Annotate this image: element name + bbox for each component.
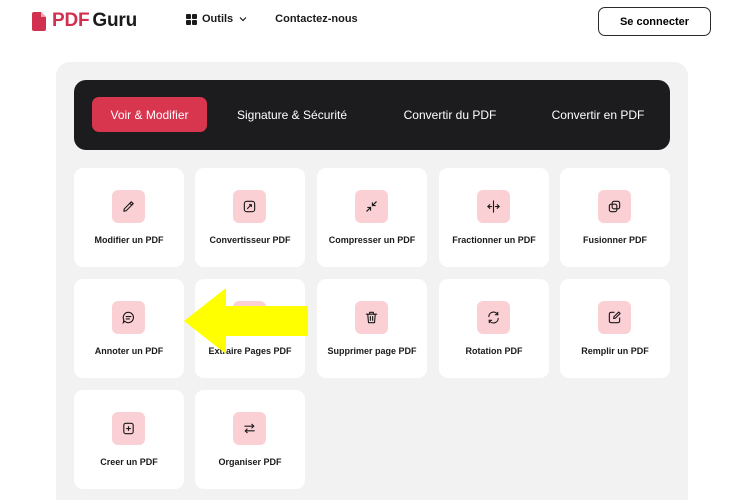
tool-label: Organiser PDF — [218, 457, 282, 467]
main-nav: Outils Contactez-nous — [186, 13, 358, 25]
organize-icon — [244, 423, 255, 434]
logo-text-guru: Guru — [92, 10, 137, 31]
top-header: PDF Guru Outils Contactez-nous Se connect… — [0, 0, 750, 44]
tool-icon-box — [233, 412, 266, 445]
tool-icon-box — [598, 301, 631, 334]
tool-label: Compresser un PDF — [328, 235, 416, 245]
tool-card-organize[interactable]: Organiser PDF — [195, 390, 305, 489]
split-icon — [487, 200, 500, 213]
tool-icon-box — [112, 412, 145, 445]
pdfguru-logo[interactable]: PDF Guru — [32, 10, 137, 32]
tool-label: Fusionner PDF — [582, 235, 647, 245]
pencil-icon — [123, 201, 134, 212]
tool-icon-box — [355, 301, 388, 334]
convert-icon — [243, 200, 256, 213]
document-logo-icon — [32, 11, 46, 31]
nav-tools-label: Outils — [202, 13, 234, 25]
merge-icon — [608, 200, 621, 213]
edit-form-icon — [608, 311, 621, 324]
tool-card-edit-pdf[interactable]: Modifier un PDF — [74, 168, 184, 267]
nav-contact-link[interactable]: Contactez-nous — [275, 13, 358, 25]
category-tabs: Voir & Modifier Signature & Sécurité Con… — [74, 80, 670, 150]
tool-card-annotate[interactable]: Annoter un PDF — [74, 279, 184, 378]
tool-card-create-pdf[interactable]: Creer un PDF — [74, 390, 184, 489]
tab-signature-security[interactable]: Signature & Sécurité — [224, 97, 360, 132]
tool-card-fill-pdf[interactable]: Remplir un PDF — [560, 279, 670, 378]
tool-card-delete-page[interactable]: Supprimer page PDF — [317, 279, 427, 378]
add-icon — [123, 422, 134, 435]
tool-card-converter[interactable]: Convertisseur PDF — [195, 168, 305, 267]
tab-convert-to-pdf[interactable]: Convertir en PDF — [542, 97, 654, 132]
tool-label: Convertisseur PDF — [209, 235, 291, 245]
tool-card-compress[interactable]: Compresser un PDF — [317, 168, 427, 267]
trash-icon — [365, 311, 378, 324]
tool-icon-box — [233, 190, 266, 223]
tool-card-merge[interactable]: Fusionner PDF — [560, 168, 670, 267]
comment-icon — [122, 311, 134, 325]
tool-card-rotate[interactable]: Rotation PDF — [439, 279, 549, 378]
tool-icon-box — [112, 190, 145, 223]
tab-view-edit[interactable]: Voir & Modifier — [92, 97, 207, 132]
grid-icon — [186, 13, 197, 25]
tool-icon-box — [355, 190, 388, 223]
chevron-down-icon — [239, 17, 247, 22]
tool-label: Fractionner un PDF — [452, 235, 536, 245]
logo-text: PDF Guru — [52, 10, 137, 32]
nav-tools-menu[interactable]: Outils — [186, 13, 247, 25]
tool-label: Rotation PDF — [465, 346, 523, 356]
tool-icon-box — [477, 190, 510, 223]
compress-icon — [366, 201, 377, 212]
tool-icon-box — [598, 190, 631, 223]
rotate-icon — [488, 311, 499, 324]
tool-label: Annoter un PDF — [94, 346, 164, 356]
tool-label: Creer un PDF — [100, 457, 158, 467]
tool-card-split[interactable]: Fractionner un PDF — [439, 168, 549, 267]
yellow-arrow-annotation — [184, 288, 308, 354]
tool-label: Supprimer page PDF — [327, 346, 417, 356]
tool-icon-box — [112, 301, 145, 334]
logo-text-pdf: PDF — [52, 10, 90, 31]
tool-label: Modifier un PDF — [94, 235, 164, 245]
tab-convert-from-pdf[interactable]: Convertir du PDF — [384, 97, 516, 132]
login-button[interactable]: Se connecter — [598, 7, 711, 36]
tool-icon-box — [477, 301, 510, 334]
tool-label: Remplir un PDF — [581, 346, 649, 356]
